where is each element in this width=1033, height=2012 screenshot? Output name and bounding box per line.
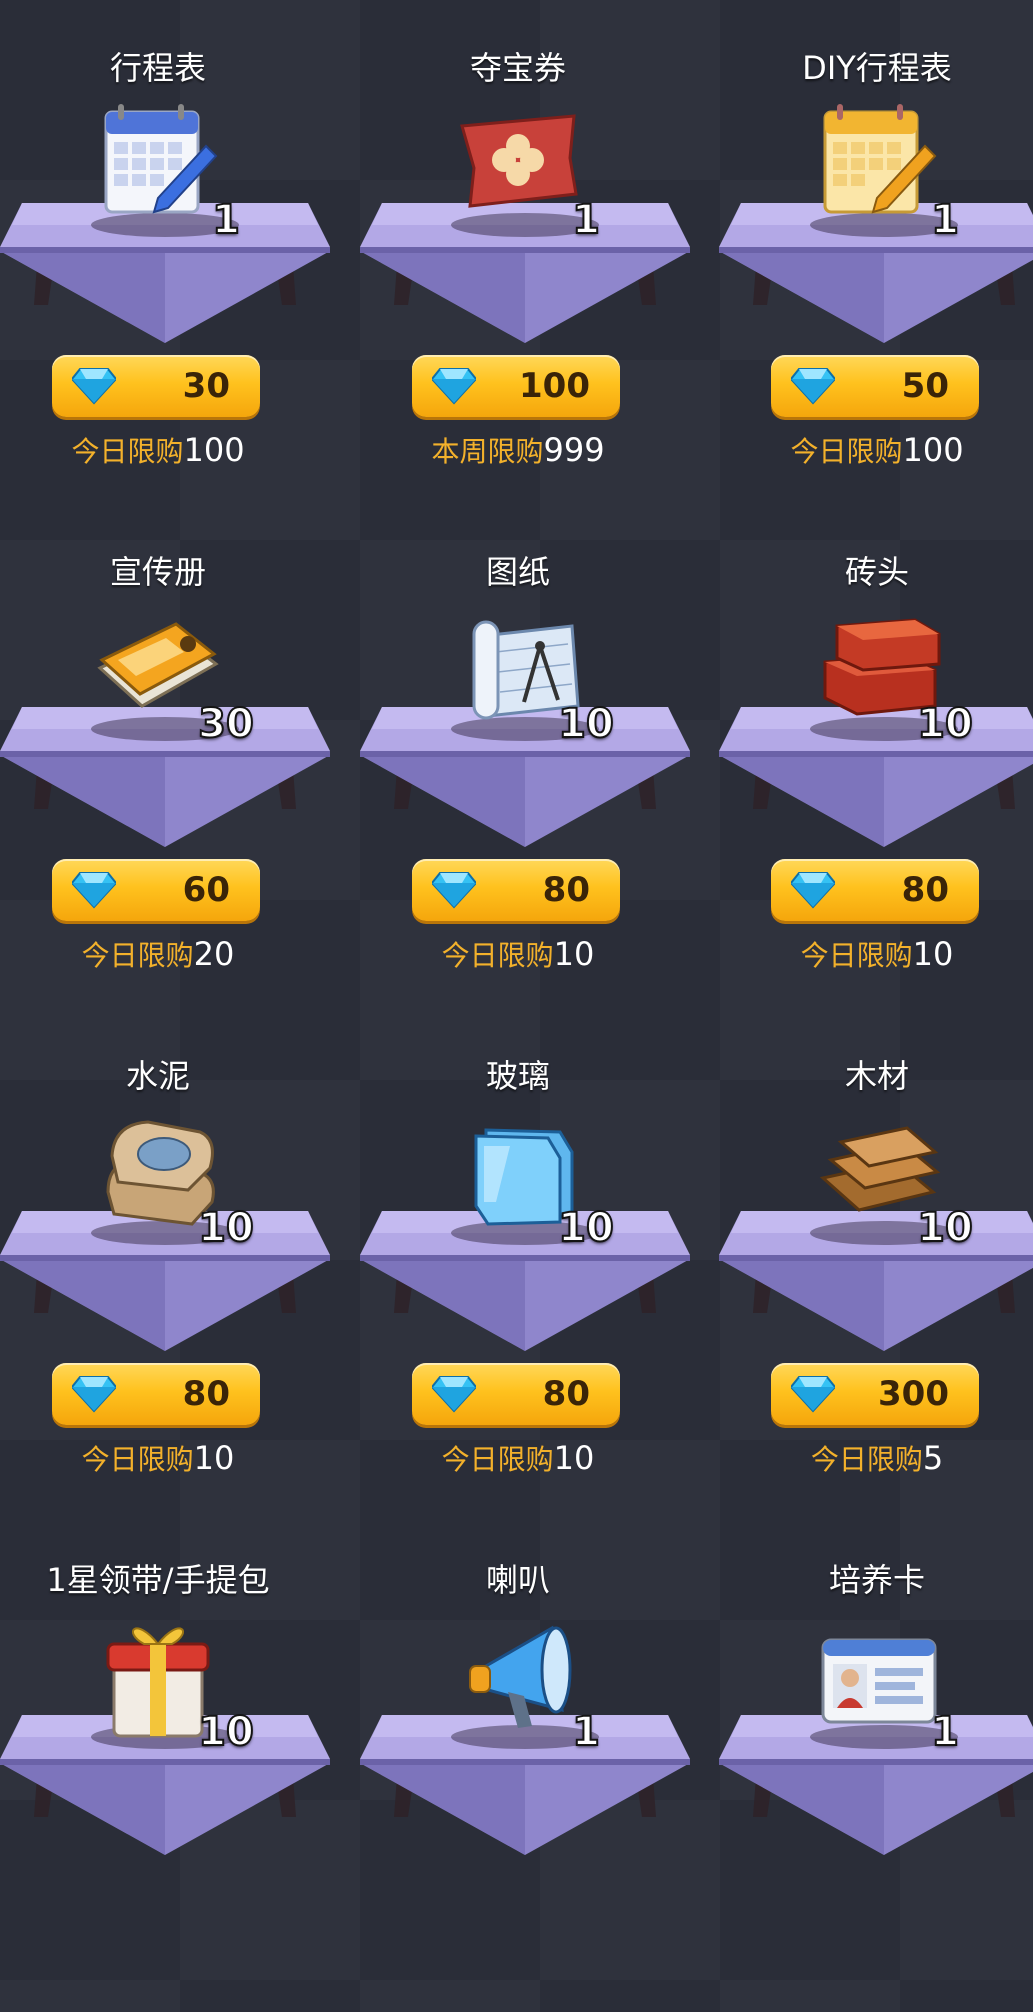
item-count: 10 [916,701,974,747]
purchase-limit: 今日限购100 [0,428,316,474]
item-name: 砖头 [844,553,909,591]
item-count: 1 [571,1709,601,1755]
item-name: 玻璃 [485,1057,550,1095]
buy-price-button[interactable]: 80 [771,859,979,921]
price-value: 30 [182,366,230,406]
limit-label: 今日限购 [81,939,194,972]
limit-value: 5 [922,1439,944,1477]
shop-item-blueprint[interactable]: 图纸 10 80 今日限购10 [360,504,720,1004]
item-name: 培养卡 [828,1561,925,1599]
diamond-gem-icon [70,365,118,405]
item-count: 10 [557,701,615,747]
diamond-gem-icon [789,1373,837,1413]
price-value: 80 [901,870,949,910]
item-count: 10 [557,1205,615,1251]
limit-value: 10 [193,1439,235,1477]
purchase-limit: 本周限购999 [360,428,676,474]
item-count: 10 [197,1205,255,1251]
limit-label: 本周限购 [431,435,544,468]
limit-value: 10 [553,1439,595,1477]
limit-label: 今日限购 [71,435,184,468]
item-count: 10 [197,1709,255,1755]
shop-item-cement[interactable]: 水泥 10 80 今日限购10 [0,1008,360,1508]
item-name: 木材 [844,1057,909,1095]
shop-item-grid: 行程表 1 30 今日限购100 夺宝券 1 100 本周限购999 DIY行程… [0,0,1033,1855]
item-count: 1 [211,197,241,243]
shop-item-wood[interactable]: 木材 10 300 今日限购5 [719,1008,1033,1508]
diamond-gem-icon [789,365,837,405]
purchase-limit: 今日限购10 [719,932,1033,978]
diamond-gem-icon [430,365,478,405]
item-count: 1 [571,197,601,243]
item-name: 水泥 [125,1057,190,1095]
shop-item-treasure-coupon[interactable]: 夺宝券 1 100 本周限购999 [360,0,720,500]
item-name: 行程表 [109,49,206,87]
buy-price-button[interactable]: 100 [412,355,620,417]
shop-item-brochure[interactable]: 宣传册 30 60 今日限购20 [0,504,360,1004]
shop-item-horn[interactable]: 喇叭 1 [360,1512,720,2012]
item-name: 夺宝券 [469,49,566,87]
price-value: 80 [542,870,590,910]
limit-value: 999 [543,431,605,469]
limit-value: 10 [912,935,954,973]
buy-price-button[interactable]: 80 [412,1363,620,1425]
price-value: 300 [878,1374,949,1414]
item-name: 1星领带/手提包 [46,1561,270,1599]
price-value: 100 [519,366,590,406]
purchase-limit: 今日限购10 [360,932,676,978]
diamond-gem-icon [430,869,478,909]
buy-price-button[interactable]: 30 [52,355,260,417]
item-name: 喇叭 [485,1561,550,1599]
limit-value: 20 [193,935,235,973]
item-count: 10 [916,1205,974,1251]
purchase-limit: 今日限购10 [360,1436,676,1482]
purchase-limit: 今日限购5 [719,1436,1033,1482]
price-value: 60 [182,870,230,910]
price-value: 50 [901,366,949,406]
item-name: 图纸 [485,553,550,591]
item-count: 1 [930,1709,960,1755]
item-count: 1 [930,197,960,243]
shop-item-brick[interactable]: 砖头 10 80 今日限购10 [719,504,1033,1004]
purchase-limit: 今日限购100 [719,428,1033,474]
diamond-gem-icon [430,1373,478,1413]
limit-label: 今日限购 [81,1443,194,1476]
purchase-limit: 今日限购10 [0,1436,316,1482]
shop-item-training-card[interactable]: 培养卡 1 [719,1512,1033,2012]
item-name: DIY行程表 [802,49,952,87]
shop-item-glass[interactable]: 玻璃 10 80 今日限购10 [360,1008,720,1508]
limit-value: 100 [183,431,245,469]
shop-item-schedule[interactable]: 行程表 1 30 今日限购100 [0,0,360,500]
buy-price-button[interactable]: 80 [52,1363,260,1425]
shop-item-gift-pack[interactable]: 1星领带/手提包 10 [0,1512,360,2012]
limit-value: 100 [902,431,964,469]
price-value: 80 [182,1374,230,1414]
limit-value: 10 [553,935,595,973]
purchase-limit: 今日限购20 [0,932,316,978]
item-count: 30 [197,701,255,747]
limit-label: 今日限购 [441,1443,554,1476]
buy-price-button[interactable]: 80 [412,859,620,921]
limit-label: 今日限购 [441,939,554,972]
buy-price-button[interactable]: 60 [52,859,260,921]
diamond-gem-icon [70,869,118,909]
diamond-gem-icon [789,869,837,909]
limit-label: 今日限购 [800,939,913,972]
limit-label: 今日限购 [810,1443,923,1476]
item-name: 宣传册 [109,553,206,591]
shop-item-diy-schedule[interactable]: DIY行程表 1 50 今日限购100 [719,0,1033,500]
limit-label: 今日限购 [790,435,903,468]
buy-price-button[interactable]: 50 [771,355,979,417]
buy-price-button[interactable]: 300 [771,1363,979,1425]
price-value: 80 [542,1374,590,1414]
diamond-gem-icon [70,1373,118,1413]
